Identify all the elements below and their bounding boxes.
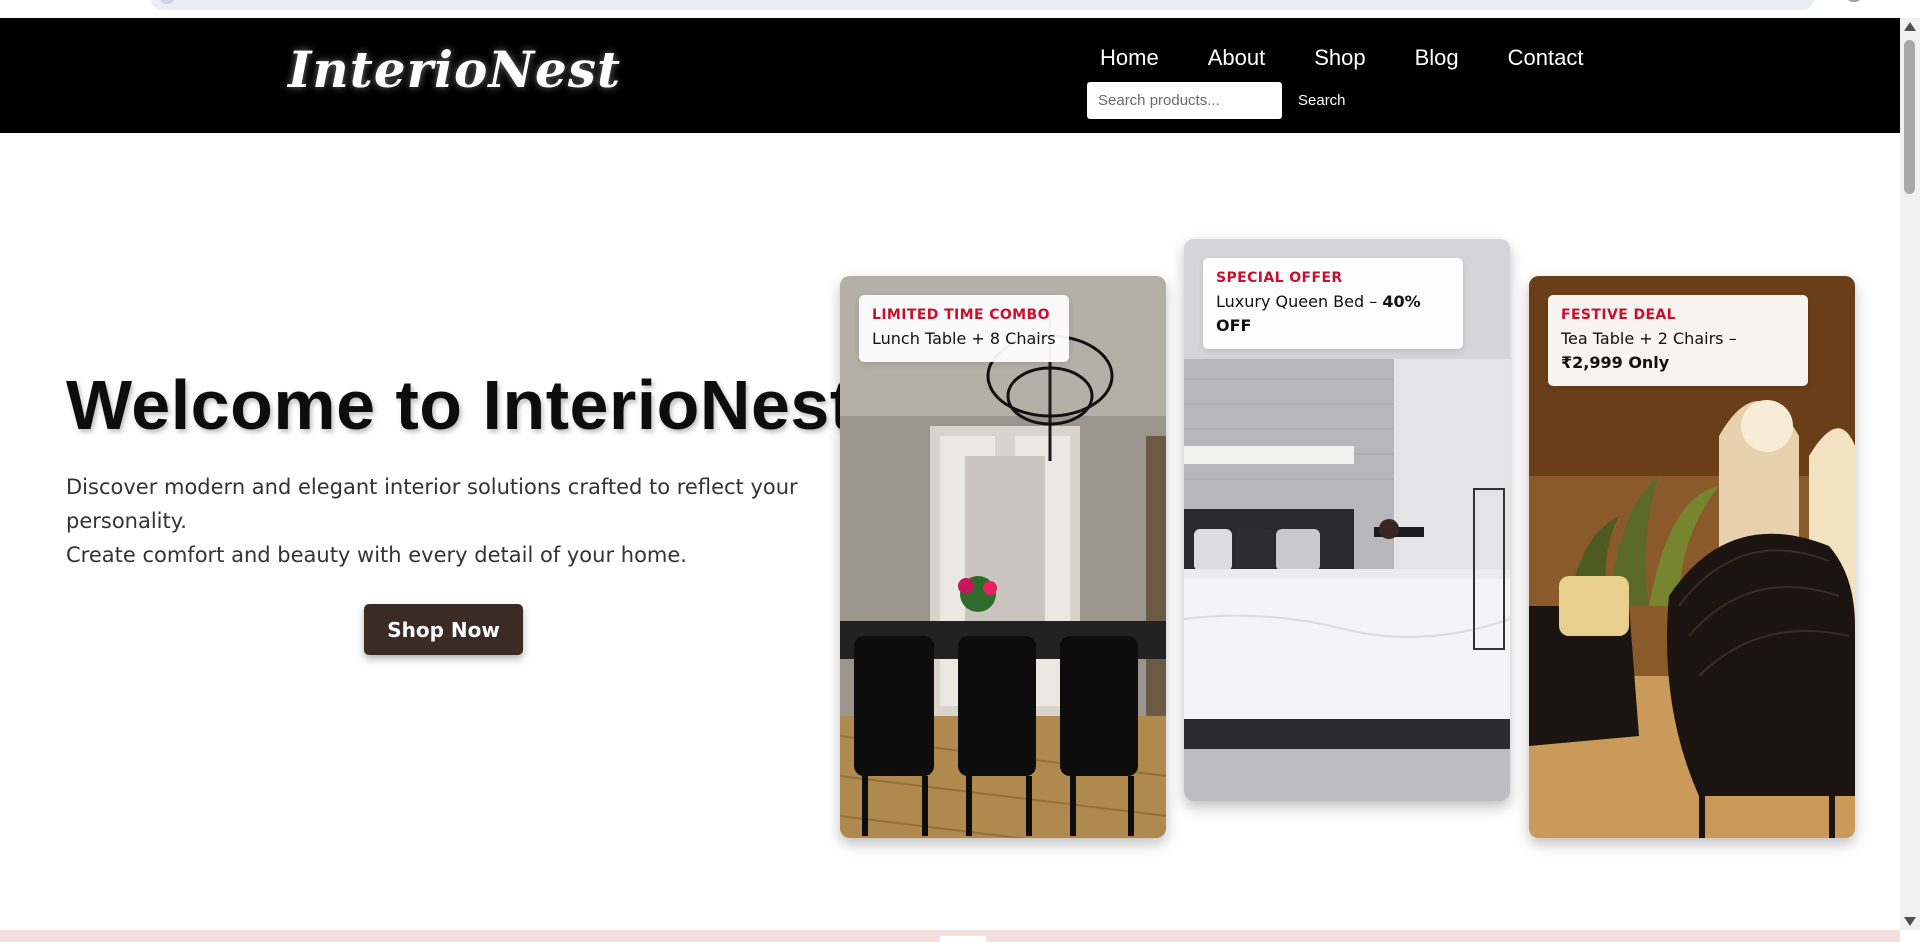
page-scrollbar[interactable]: [1900, 18, 1920, 930]
offer-tag: LIMITED TIME COMBO: [872, 307, 1050, 323]
offer-label: SPECIAL OFFER Luxury Queen Bed – 40% OFF: [1203, 258, 1463, 349]
hero-description: Discover modern and elegant interior sol…: [66, 470, 806, 572]
offer-text-main: Lunch Table + 8 Chairs: [872, 329, 1056, 348]
offer-text: Tea Table + 2 Chairs – ₹2,999 Only: [1561, 327, 1795, 375]
profile-icon[interactable]: [1846, 0, 1862, 2]
hero-description-line-2: Create comfort and beauty with every det…: [66, 543, 687, 567]
nav-contact-link[interactable]: Contact: [1508, 45, 1584, 71]
scroll-thumb[interactable]: [1904, 40, 1915, 194]
nav-about-link[interactable]: About: [1208, 45, 1266, 71]
nav-shop-link[interactable]: Shop: [1314, 45, 1365, 71]
offer-card-dining[interactable]: LIMITED TIME COMBO Lunch Table + 8 Chair…: [840, 276, 1166, 838]
offer-tag: SPECIAL OFFER: [1216, 270, 1343, 286]
hero-title: Welcome to InterioNest: [66, 366, 854, 444]
offer-card-lounge[interactable]: FESTIVE DEAL Tea Table + 2 Chairs – ₹2,9…: [1529, 276, 1855, 838]
main-nav: Home About Shop Blog Contact: [1100, 45, 1632, 71]
site-header: InterioNest Home About Shop Blog Contact…: [0, 18, 1900, 133]
browser-top-bar: [0, 0, 1920, 18]
scroll-up-arrow-icon[interactable]: [1904, 22, 1916, 31]
offer-label: FESTIVE DEAL Tea Table + 2 Chairs – ₹2,9…: [1548, 295, 1808, 386]
shop-now-button[interactable]: Shop Now: [364, 604, 523, 655]
offer-highlight: ₹2,999 Only: [1561, 353, 1670, 372]
scroll-down-arrow-icon[interactable]: [1904, 917, 1916, 926]
next-section-peek: [0, 930, 1900, 942]
offer-card-bedroom[interactable]: SPECIAL OFFER Luxury Queen Bed – 40% OFF: [1184, 239, 1510, 801]
offer-text-main: Tea Table + 2 Chairs –: [1561, 329, 1737, 348]
offer-text: Luxury Queen Bed – 40% OFF: [1216, 290, 1450, 338]
search-input[interactable]: [1087, 82, 1282, 119]
next-section-chip: [940, 936, 986, 942]
address-bar[interactable]: [150, 0, 1815, 10]
offer-tag: FESTIVE DEAL: [1561, 307, 1676, 323]
nav-home-link[interactable]: Home: [1100, 45, 1159, 71]
offer-label: LIMITED TIME COMBO Lunch Table + 8 Chair…: [859, 295, 1069, 362]
search-button[interactable]: Search: [1292, 88, 1352, 112]
offer-text: Lunch Table + 8 Chairs: [872, 327, 1056, 351]
hero-description-line-1: Discover modern and elegant interior sol…: [66, 475, 798, 533]
brand-logo[interactable]: InterioNest: [288, 40, 621, 99]
offer-text-main: Luxury Queen Bed –: [1216, 292, 1383, 311]
nav-blog-link[interactable]: Blog: [1415, 45, 1459, 71]
